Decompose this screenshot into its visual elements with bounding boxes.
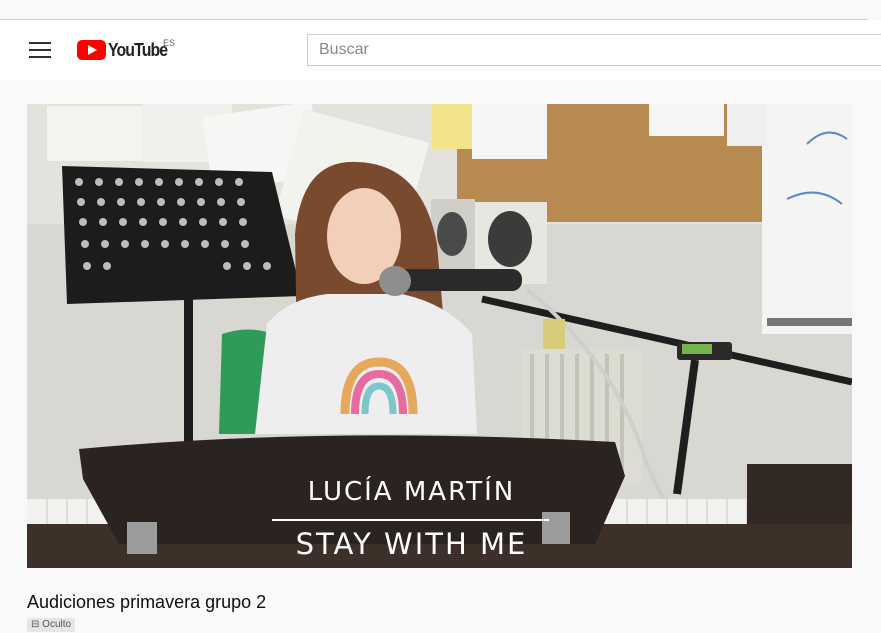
- youtube-logo[interactable]: YouTube ES: [77, 37, 175, 63]
- overlay-song-title: STAY WITH ME: [295, 527, 528, 561]
- video-title: Audiciones primavera grupo 2: [27, 592, 267, 612]
- privacy-badge: ⊟ Oculto: [27, 618, 76, 632]
- video-player[interactable]: LUCÍA MARTÍN STAY WITH ME: [27, 104, 852, 568]
- privacy-label: Oculto: [42, 619, 72, 630]
- masthead: YouTube ES: [0, 20, 881, 80]
- search-input[interactable]: [307, 34, 881, 66]
- country-code: ES: [163, 38, 176, 48]
- play-icon: [77, 40, 106, 60]
- logo-text: YouTube: [108, 40, 168, 60]
- overlay-artist-name: LUCÍA MARTÍN: [307, 477, 516, 507]
- hamburger-menu-icon[interactable]: [29, 42, 51, 58]
- lock-icon: ⊟: [31, 619, 40, 630]
- overlay-divider: [272, 519, 549, 521]
